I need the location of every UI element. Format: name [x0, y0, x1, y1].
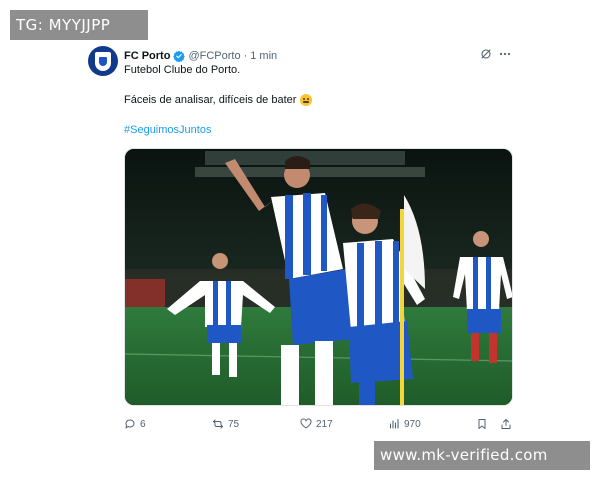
avatar[interactable]: [88, 46, 118, 76]
watermark-top: TG: MYYJJPP: [10, 10, 148, 40]
like-icon: [300, 418, 312, 429]
repost-button[interactable]: 75: [212, 416, 239, 432]
repost-icon: [213, 419, 223, 429]
bookmark-icon: [478, 419, 486, 429]
verified-badge-icon: [173, 50, 186, 62]
repost-count: 75: [228, 418, 240, 430]
reply-button[interactable]: 6: [124, 416, 146, 432]
more-icon[interactable]: [498, 48, 512, 60]
tweet-text-line-2: Fáceis de analisar, difíceis de bater: [124, 94, 313, 106]
views-icon: [389, 418, 399, 429]
reply-count: 6: [140, 418, 146, 430]
grok-icon[interactable]: [480, 48, 492, 60]
tweet-timestamp[interactable]: 1 min: [250, 50, 277, 62]
views-count: 970: [404, 418, 421, 430]
tweet-actions-bar: 6 75 217 970: [124, 416, 514, 432]
header-separator: ·: [243, 50, 248, 62]
tweet-header: FC Porto @FCPorto · 1 min: [124, 48, 277, 64]
club-crest-icon: [95, 51, 111, 71]
reply-icon: [125, 419, 135, 429]
hashtag-link[interactable]: #SeguimosJuntos: [124, 124, 211, 136]
views-button[interactable]: 970: [388, 416, 421, 432]
tweet-text-line-1: Futebol Clube do Porto.: [124, 64, 241, 76]
author-name[interactable]: FC Porto: [124, 50, 170, 62]
bookmark-button[interactable]: [476, 416, 492, 432]
watermark-bottom: www.mk-verified.com: [374, 441, 590, 470]
smiling-face-emoji-icon: [300, 94, 313, 106]
like-count: 217: [316, 418, 333, 430]
tweet-text-line-2-label: Fáceis de analisar, difíceis de bater: [124, 94, 297, 106]
celebration-photo: [125, 149, 512, 405]
tweet-photo[interactable]: [124, 148, 513, 406]
share-button[interactable]: [500, 416, 516, 432]
author-handle[interactable]: @FCPorto: [188, 50, 240, 62]
like-button[interactable]: 217: [300, 416, 333, 432]
share-icon: [501, 419, 511, 429]
